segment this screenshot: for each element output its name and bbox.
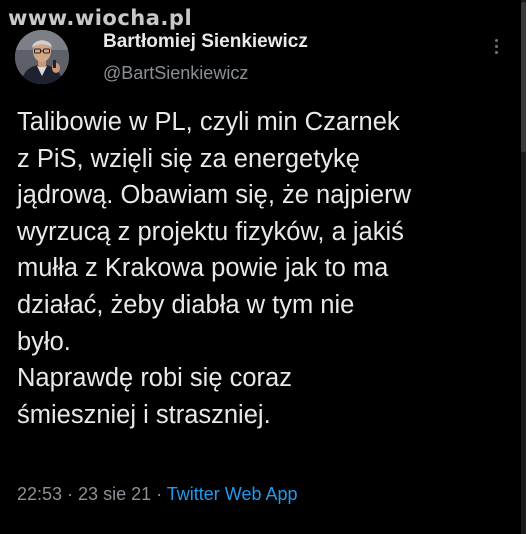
tweet-meta: 22:53 · 23 sie 21 · Twitter Web App [17, 484, 298, 505]
more-vertical-icon[interactable] [490, 30, 504, 60]
tweet-text-line: z PiS, wzięli się za energetykę [17, 144, 360, 173]
tweet-source-app[interactable]: Twitter Web App [167, 484, 298, 504]
meta-separator: · [62, 484, 79, 504]
tweet-text-line: jądrową. Obawiam się, że najpierw [17, 181, 412, 210]
tweet-text-line: śmieszniej i straszniej. [17, 400, 271, 429]
tweet-text-line: wyrzucą z projektu fizyków, a jakiś [17, 217, 404, 246]
scrollbar-thumb[interactable] [521, 2, 526, 152]
tweet-text-line: Talibowie w PL, czyli min Czarnek [17, 108, 400, 136]
tweet-time[interactable]: 22:53 [17, 484, 62, 504]
meta-separator: · [151, 484, 167, 504]
tweet-text-line: działać, żeby diabła w tym nie [17, 290, 355, 319]
author-display-name[interactable]: Bartłomiej Sienkiewicz [103, 31, 308, 53]
tweet-date[interactable]: 23 sie 21 [78, 484, 151, 504]
tweet-text-line: mułła z Krakowa powie jak to ma [17, 254, 389, 283]
tweet-text-line: Naprawdę robi się coraz [17, 364, 292, 393]
author-handle[interactable]: @BartSienkiewicz [103, 63, 248, 84]
scrollbar[interactable] [521, 0, 526, 534]
watermark: www.wiocha.pl [8, 6, 193, 30]
tweet-text: Talibowie w PL, czyli min Czarnek z PiS,… [17, 104, 517, 433]
tweet-text-line: było. [17, 327, 71, 356]
avatar-image [15, 30, 69, 84]
avatar[interactable] [15, 30, 69, 84]
tweet-card: www.wiocha.pl Bartłomiej Sienkiewicz @Ba… [0, 0, 526, 534]
